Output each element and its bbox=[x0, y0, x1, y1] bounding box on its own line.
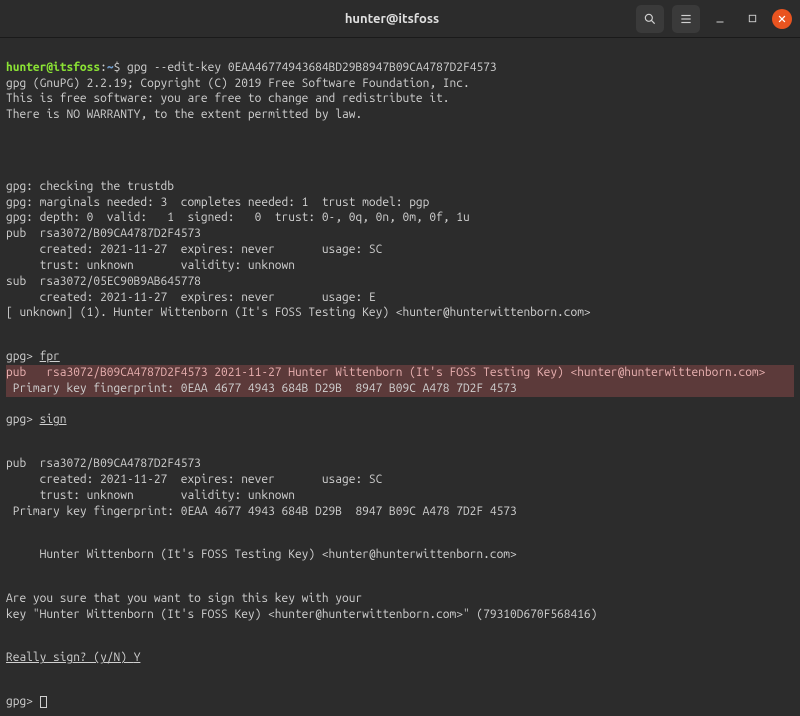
gpg-prompt-label: gpg> bbox=[6, 695, 40, 708]
output-line: pub rsa3072/B09CA4787D2F4573 bbox=[6, 227, 201, 240]
highlighted-fingerprint-line: Primary key fingerprint: 0EAA 4677 4943 … bbox=[6, 381, 794, 397]
output-line: trust: unknown validity: unknown bbox=[6, 489, 295, 502]
gpg-prompt-label: gpg> bbox=[6, 413, 40, 426]
output-line: created: 2021-11-27 expires: never usage… bbox=[6, 473, 396, 486]
window-title: hunter@itsfoss bbox=[8, 12, 636, 26]
really-sign-answer: Y bbox=[134, 651, 141, 664]
output-line: gpg: checking the trustdb bbox=[6, 180, 174, 193]
cursor-icon bbox=[40, 696, 47, 708]
command-fpr: fpr bbox=[40, 350, 60, 363]
titlebar: hunter@itsfoss bbox=[0, 0, 800, 38]
highlighted-pub-line: pub rsa3072/B09CA4787D2F4573 2021-11-27 … bbox=[6, 365, 794, 381]
gpg-prompt-label: gpg> bbox=[6, 350, 40, 363]
prompt-dollar: $ bbox=[114, 61, 127, 74]
output-line: [ unknown] (1). Hunter Wittenborn (It's … bbox=[6, 306, 591, 319]
terminal-content[interactable]: hunter@itsfoss:~$ gpg --edit-key 0EAA467… bbox=[0, 38, 800, 716]
prompt-line-1: hunter@itsfoss:~$ gpg --edit-key 0EAA467… bbox=[6, 61, 497, 74]
prompt-path: ~ bbox=[107, 61, 114, 74]
output-line: Are you sure that you want to sign this … bbox=[6, 592, 362, 605]
maximize-button[interactable] bbox=[740, 7, 764, 31]
output-line: trust: unknown validity: unknown bbox=[6, 259, 295, 272]
output-line: This is free software: you are free to c… bbox=[6, 92, 450, 105]
close-button[interactable] bbox=[772, 9, 792, 29]
prompt-userhost: hunter@itsfoss bbox=[6, 61, 100, 74]
output-line: Primary key fingerprint: 0EAA 4677 4943 … bbox=[6, 505, 517, 518]
gpg-prompt-cursor: gpg> bbox=[6, 695, 47, 708]
really-sign-label: Really sign? (y/N) bbox=[6, 651, 134, 664]
output-line: There is NO WARRANTY, to the extent perm… bbox=[6, 108, 362, 121]
titlebar-buttons bbox=[636, 5, 792, 33]
output-line: gpg: depth: 0 valid: 1 signed: 0 trust: … bbox=[6, 211, 470, 224]
command-edit-key: gpg --edit-key 0EAA46774943684BD29B8947B… bbox=[127, 61, 497, 74]
minimize-button[interactable] bbox=[708, 7, 732, 31]
output-line: Hunter Wittenborn (It's FOSS Testing Key… bbox=[6, 548, 517, 561]
output-line: gpg (GnuPG) 2.2.19; Copyright (C) 2019 F… bbox=[6, 77, 470, 90]
output-line: key "Hunter Wittenborn (It's FOSS Key) <… bbox=[6, 608, 597, 621]
output-line: created: 2021-11-27 expires: never usage… bbox=[6, 243, 396, 256]
output-line: pub rsa3072/B09CA4787D2F4573 bbox=[6, 457, 201, 470]
really-sign-prompt: Really sign? (y/N) Y bbox=[6, 651, 140, 664]
command-sign: sign bbox=[40, 413, 67, 426]
output-line: gpg: marginals needed: 3 completes neede… bbox=[6, 196, 429, 209]
gpg-prompt-fpr: gpg> fpr bbox=[6, 350, 60, 363]
prompt-colon: : bbox=[100, 61, 107, 74]
output-line: sub rsa3072/05EC90B9AB645778 bbox=[6, 275, 201, 288]
output-line: created: 2021-11-27 expires: never usage… bbox=[6, 291, 396, 304]
menu-button[interactable] bbox=[672, 5, 700, 33]
search-button[interactable] bbox=[636, 5, 664, 33]
gpg-prompt-sign: gpg> sign bbox=[6, 413, 67, 426]
